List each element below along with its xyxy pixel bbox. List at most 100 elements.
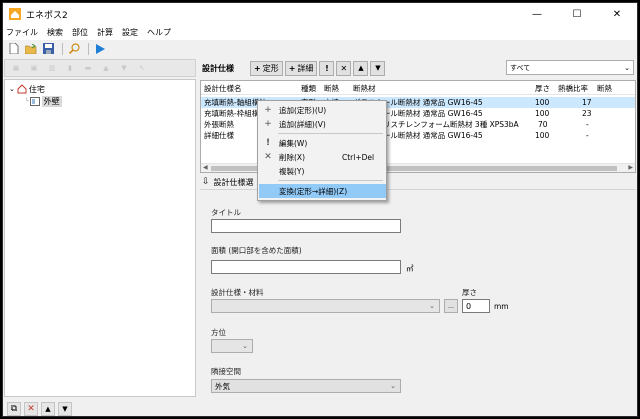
new-file-icon[interactable] [7,42,21,56]
title-input[interactable] [211,219,401,233]
run-icon[interactable] [93,42,107,56]
edit-icon[interactable]: ! [319,60,335,76]
tree-toolbar: ▣ ▣ ▥ ▮ ▬ ▲ ▼ ↖ [4,59,196,77]
menu-separator [278,180,383,181]
col-header-kind[interactable]: 種類 [301,83,316,94]
plus-icon: + [264,119,272,129]
menu-convert-label: 変換(定形→詳細)(Z) [279,186,348,196]
col-header-thickness[interactable]: 厚さ [535,83,550,94]
scroll-left-icon[interactable]: ◀ [203,164,208,171]
tree-node-house[interactable]: ⌄ 住宅 [9,83,45,95]
delete-icon[interactable]: ✕ [336,60,352,76]
plus-icon: + [264,105,272,115]
menu-add-fixed[interactable]: + 追加(定形)(U) [259,103,386,117]
tree-label-house: 住宅 [28,84,45,94]
cell-thickness: 100 [535,98,550,107]
menu-part[interactable]: 部位 [72,27,88,38]
save-icon[interactable] [41,42,55,56]
col-header-name[interactable]: 設計仕様名 [204,83,242,94]
menu-convert[interactable]: 変換(定形→詳細)(Z) [259,184,386,198]
part-tree: ⌄ 住宅 └ 外壁 [4,79,196,397]
search-icon[interactable] [67,42,81,56]
close-button[interactable]: ✕ [597,3,637,25]
thickness-unit: mm [494,302,509,311]
menu-calc[interactable]: 計算 [97,27,113,38]
scroll-right-icon[interactable]: ▶ [628,164,633,171]
thickness-input[interactable]: 0 [462,299,490,313]
title-label: タイトル [211,208,241,217]
spec-material-label: 設計仕様・材料 [211,288,264,297]
area-unit: ㎡ [406,264,414,273]
adjacent-space-value: 外気 [215,381,230,391]
area-label: 面積 (開口部を含めた面積) [211,246,302,255]
add-fixed-label: 定形 [262,63,279,73]
menu-delete-shortcut: Ctrl+Del [342,152,375,162]
collapse-arrow-icon[interactable]: ⇩ [202,177,210,187]
adjacent-space-label: 隣接空間 [211,367,241,376]
delete-icon: ✕ [264,152,272,162]
plus-icon: + [288,63,296,73]
menu-settings[interactable]: 設定 [122,27,138,38]
title-bar: エネポス2 — ☐ ✕ [3,3,637,25]
menu-search[interactable]: 検索 [47,27,63,38]
tree-connector: └ [25,97,29,105]
open-folder-icon[interactable] [24,42,38,56]
col-header-ratio[interactable]: 熱橋比率 [558,83,588,94]
col-header-insulation[interactable]: 断熱 [324,83,339,94]
adjacent-space-select[interactable]: 外気 ⌄ [211,379,401,393]
tree-up-icon: ▲ [103,64,109,72]
col-header-insulation2[interactable]: 断熱 [597,83,612,94]
cell-thickness: 70 [538,120,548,129]
orientation-label: 方位 [211,328,226,337]
tree-label-wall: 外壁 [41,95,62,107]
table-header: 設計仕様名 種類 断熱 断熱材 厚さ 熱橋比率 断熱 [201,81,635,95]
main-toolbar [3,40,637,57]
menu-add-detail[interactable]: + 追加(詳細)(V) [259,117,386,131]
chevron-down-icon: ⌄ [624,63,630,72]
menu-duplicate[interactable]: 複製(Y) [259,164,386,178]
move-down-icon[interactable]: ▼ [370,60,386,76]
cell-ratio: - [586,120,589,129]
add-detail-button[interactable]: + 詳細 [284,60,318,76]
move-up-icon[interactable]: ▲ [353,60,369,76]
window-title: エネポス2 [26,10,68,21]
move-down-icon[interactable]: ▼ [58,401,72,416]
menu-delete-label: 削除(X) [279,152,305,162]
menu-file[interactable]: ファイル [6,27,38,38]
add-fixed-button[interactable]: + 定形 [250,60,283,76]
tree-line-icon: ▬ [84,64,92,72]
menu-edit-label: 編集(W) [279,138,308,148]
chevron-down-icon: ⌄ [429,302,435,310]
cell-thickness: 100 [535,131,550,140]
menu-add-fixed-label: 追加(定形)(U) [279,105,327,115]
app-house-icon [9,8,21,20]
move-up-icon[interactable]: ▲ [41,401,55,416]
detail-form: タイトル 面積 (開口部を含めた面積) ㎡ 設計仕様・材料 ⌄ … 厚さ 0 m… [200,191,636,416]
menu-help[interactable]: ヘルプ [147,27,171,38]
menu-edit[interactable]: ! 編集(W) [259,136,386,150]
chevron-down-icon: ⌄ [242,342,248,350]
menu-bar: ファイル 検索 部位 計算 設定 ヘルプ [3,25,637,40]
orientation-select[interactable]: ⌄ [211,339,253,353]
spec-material-select[interactable]: ⌄ [211,299,440,313]
context-menu: + 追加(定形)(U) + 追加(詳細)(V) ! 編集(W) ✕ 削除(X) … [257,100,387,201]
menu-add-detail-label: 追加(詳細)(V) [279,119,326,129]
collapse-icon[interactable]: ⌄ [9,85,15,93]
minimize-button[interactable]: — [517,3,557,25]
cell-ratio: - [586,131,589,140]
filter-dropdown[interactable]: すべて ⌄ [506,60,634,75]
material-browse-button[interactable]: … [444,299,458,313]
add-detail-label: 詳細 [297,63,314,73]
detail-section-label: 設計仕様選 [213,177,254,187]
delete-icon[interactable]: ✕ [24,401,38,416]
area-input[interactable] [211,260,401,274]
copy-icon[interactable]: ⧉ [7,401,21,416]
edit-icon: ! [265,138,271,148]
tree-move-icon: ↖ [139,64,145,72]
cell-ratio: 23 [582,109,592,118]
toolbar-divider [62,42,63,55]
menu-delete[interactable]: ✕ 削除(X) Ctrl+Del [259,150,386,164]
tree-node-wall[interactable]: └ 外壁 [25,95,62,107]
maximize-button[interactable]: ☐ [557,3,597,25]
col-header-material[interactable]: 断熱材 [353,83,376,94]
